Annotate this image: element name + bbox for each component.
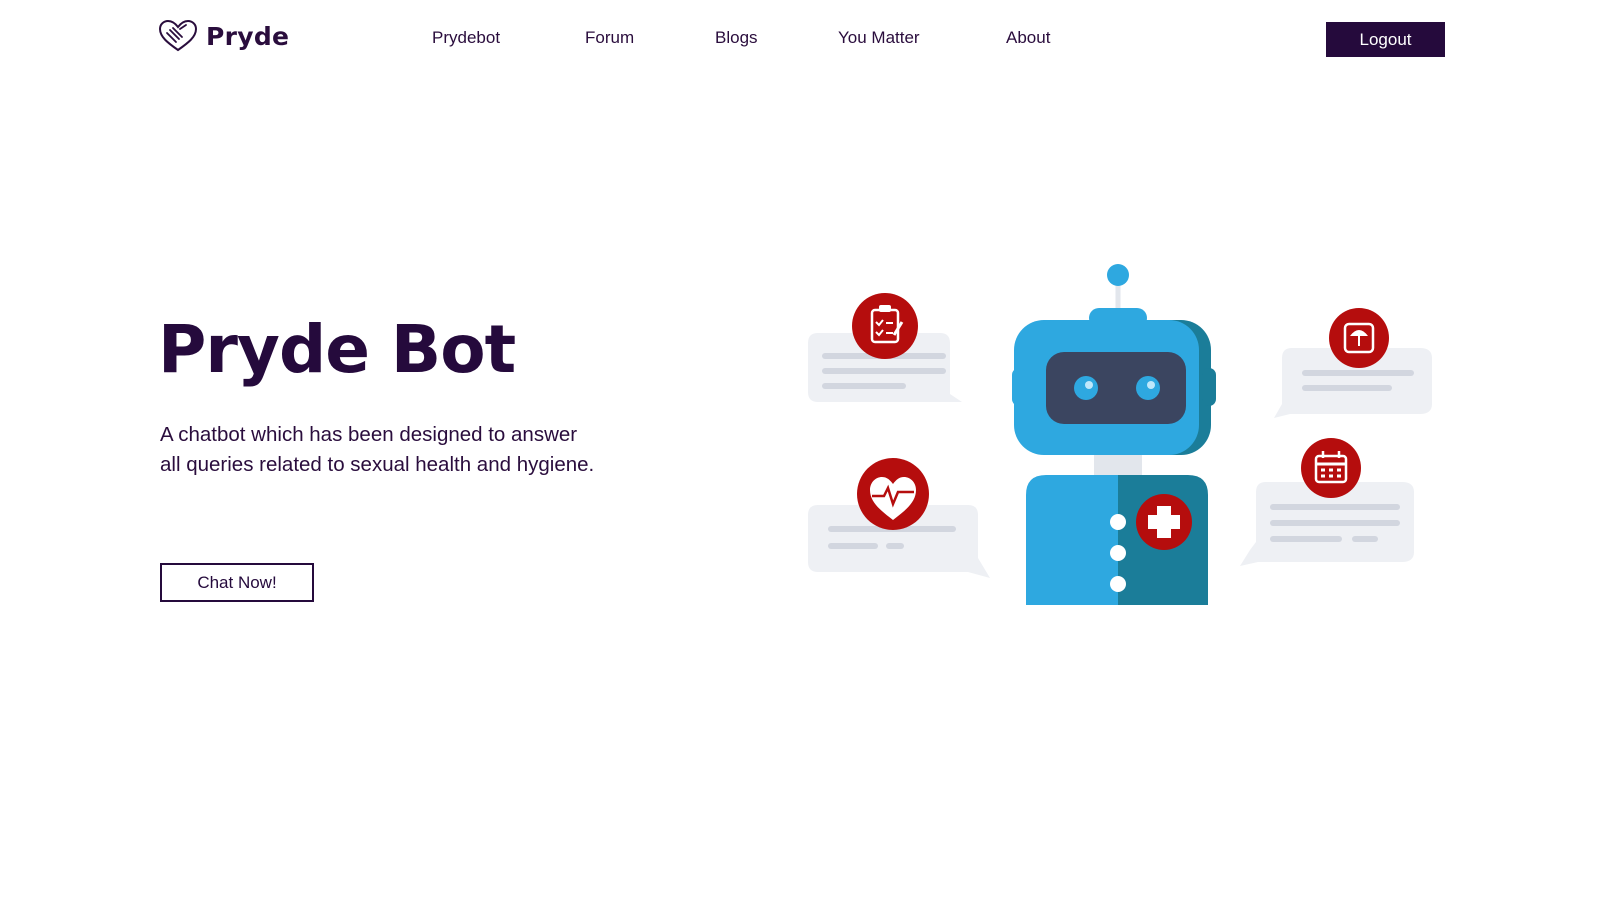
hero-description: A chatbot which has been designed to ans… [160,423,595,476]
robot [1012,264,1216,605]
calendar-icon [1301,438,1361,498]
scale-icon [1329,308,1389,368]
heart-pulse-icon [857,458,929,530]
nav-item-you-matter[interactable]: You Matter [838,28,920,48]
nav-item-prydebot[interactable]: Prydebot [432,28,500,48]
medical-cross-icon [1136,494,1192,550]
clipboard-icon [852,293,918,359]
chat-now-button[interactable]: Chat Now! [160,563,314,602]
nav-item-blogs[interactable]: Blogs [715,28,758,48]
medical-robot-illustration [808,264,1432,605]
logout-button[interactable]: Logout [1326,22,1445,57]
nav-item-forum[interactable]: Forum [585,28,634,48]
nav-item-about[interactable]: About [1006,28,1050,48]
page-title: Pryde Bot [158,311,516,388]
